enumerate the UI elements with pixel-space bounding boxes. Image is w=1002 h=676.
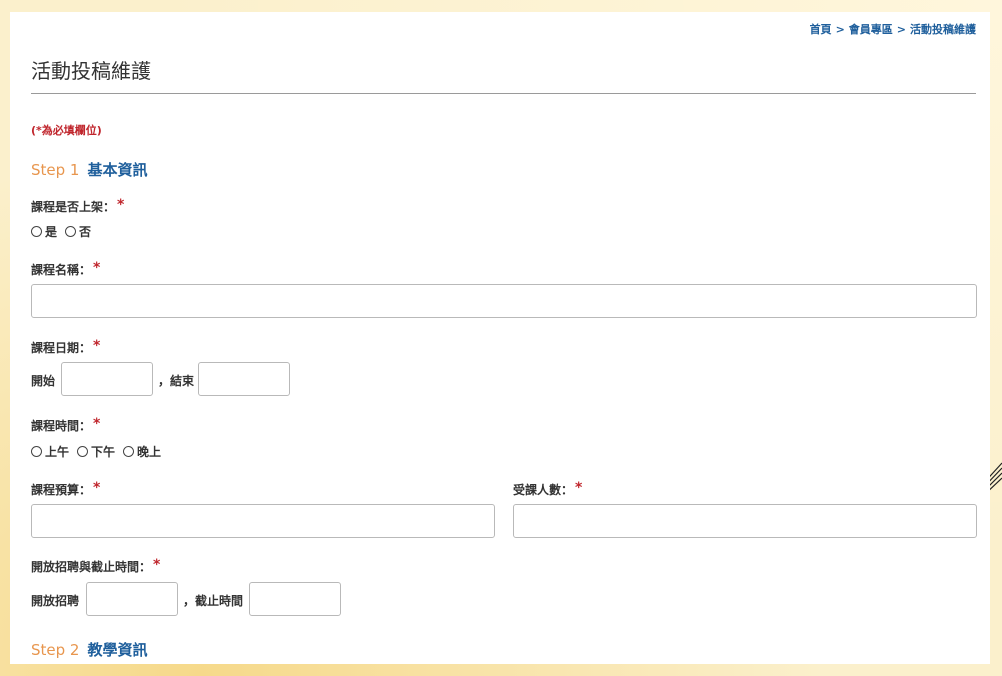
recruit-open-label: 開放招聘 xyxy=(31,594,80,608)
required-mark: * xyxy=(93,338,101,354)
course-time-label: 課程時間： * xyxy=(31,416,101,433)
recruit-open-input[interactable] xyxy=(86,582,178,616)
required-mark: * xyxy=(117,197,125,213)
step1-heading: Step 1 基本資訊 xyxy=(31,159,147,180)
radio-circle-icon[interactable] xyxy=(77,446,89,457)
course-date-end-label: ，結束 xyxy=(158,374,195,388)
required-mark: * xyxy=(93,480,101,496)
recruit-deadline-label: ，截止時間 xyxy=(183,594,244,608)
step2-name: 教學資訊 xyxy=(87,641,148,659)
step1-name: 基本資訊 xyxy=(87,161,148,179)
course-time-evening-radio[interactable]: 晚上 xyxy=(123,443,161,460)
course-time-afternoon-radio[interactable]: 下午 xyxy=(77,443,115,460)
attendees-label: 受課人數： * xyxy=(513,480,583,497)
course-name-input[interactable] xyxy=(31,284,977,318)
published-label: 課程是否上架： * xyxy=(31,197,125,214)
radio-circle-icon[interactable] xyxy=(123,446,135,457)
radio-circle-icon[interactable] xyxy=(65,226,77,237)
breadcrumb: 首頁 > 會員專區 > 活動投稿維護 xyxy=(810,21,976,37)
required-mark: * xyxy=(93,260,101,276)
course-date-label: 課程日期： * xyxy=(31,338,101,355)
published-no-radio[interactable]: 否 xyxy=(65,223,91,240)
published-radio-group: 是 否 xyxy=(31,223,99,240)
course-date-end-input[interactable] xyxy=(198,362,290,396)
course-date-start-label: 開始 xyxy=(31,374,56,388)
budget-input[interactable] xyxy=(31,504,495,538)
radio-circle-icon[interactable] xyxy=(31,446,42,457)
budget-label: 課程預算： * xyxy=(31,480,101,497)
breadcrumb-current: 活動投稿維護 xyxy=(910,23,976,36)
step2-heading: Step 2 教學資訊 xyxy=(31,639,147,660)
required-note: (*為必填欄位) xyxy=(31,124,102,137)
breadcrumb-member-link[interactable]: 會員專區 xyxy=(849,21,893,37)
page-title: 活動投稿維護 xyxy=(31,59,151,83)
course-time-radio-group: 上午 下午 晚上 xyxy=(31,443,169,460)
recruit-label: 開放招聘與截止時間： * xyxy=(31,557,161,574)
radio-circle-icon[interactable] xyxy=(31,226,42,237)
course-date-start-input[interactable] xyxy=(61,362,153,396)
recruit-deadline-input[interactable] xyxy=(249,582,341,616)
attendees-input[interactable] xyxy=(513,504,977,538)
breadcrumb-home-link[interactable]: 首頁 xyxy=(810,21,832,37)
required-mark: * xyxy=(93,416,101,432)
form-card: 首頁 > 會員專區 > 活動投稿維護 活動投稿維護 (*為必填欄位) Step … xyxy=(10,12,990,664)
chevron-right-icon: > xyxy=(896,22,906,36)
chevron-right-icon: > xyxy=(835,22,845,36)
step1-number: Step 1 xyxy=(31,161,80,179)
required-mark: * xyxy=(153,557,161,573)
published-yes-radio[interactable]: 是 xyxy=(31,223,57,240)
title-divider xyxy=(31,93,976,94)
course-time-morning-radio[interactable]: 上午 xyxy=(31,443,69,460)
step2-number: Step 2 xyxy=(31,641,80,659)
required-mark: * xyxy=(575,480,583,496)
course-name-label: 課程名稱： * xyxy=(31,260,101,277)
